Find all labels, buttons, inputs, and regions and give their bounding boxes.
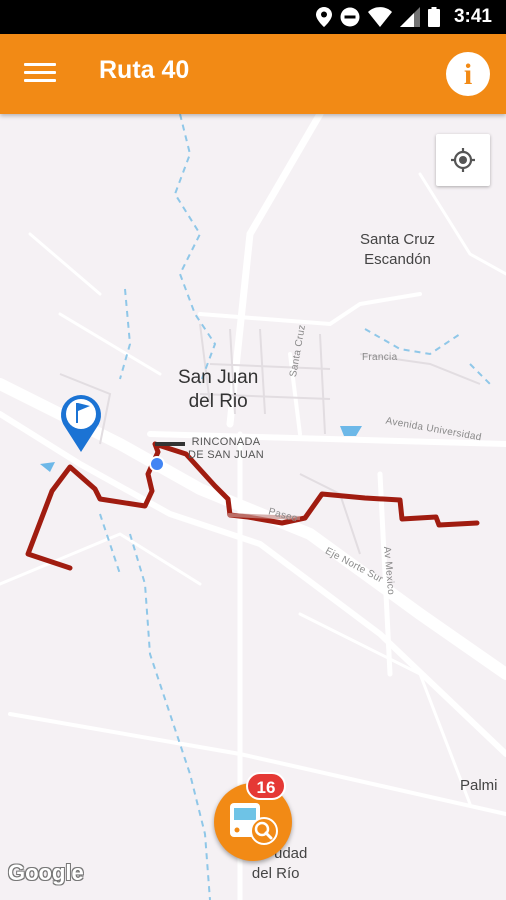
info-icon[interactable]: i	[446, 52, 490, 96]
flag-marker-icon[interactable]	[61, 395, 101, 452]
map-label-palmillas: Palmi	[460, 777, 498, 794]
battery-icon	[427, 7, 440, 27]
map-label-san-juan-del-rio: San Juan del Rio	[178, 367, 259, 412]
signal-icon	[399, 7, 420, 27]
hamburger-menu-icon[interactable]	[24, 58, 56, 90]
route-title: Ruta 40	[99, 56, 190, 84]
map-label-francia: Francia	[362, 352, 398, 363]
map-label-rinconada: RINCONADA DE SAN JUAN	[188, 436, 265, 461]
bus-count-badge: 16	[246, 772, 286, 800]
my-location-button[interactable]	[436, 134, 490, 186]
location-icon	[315, 7, 332, 27]
current-location-dot	[149, 456, 165, 472]
map-view[interactable]: Santa Cruz Escandón San Juan del Rio RIN…	[0, 114, 506, 900]
status-time: 3:41	[453, 6, 492, 27]
status-icons: 3:41	[315, 6, 492, 28]
my-location-icon	[451, 148, 475, 172]
status-bar: 3:41	[0, 0, 506, 34]
do-not-disturb-icon	[340, 7, 360, 27]
google-attribution-logo: Google	[8, 860, 84, 885]
app-bar: Ruta 40 i	[0, 34, 506, 114]
wifi-icon	[367, 7, 392, 27]
map-label-santa-cruz-escandon: Santa Cruz Escandón	[360, 231, 436, 268]
